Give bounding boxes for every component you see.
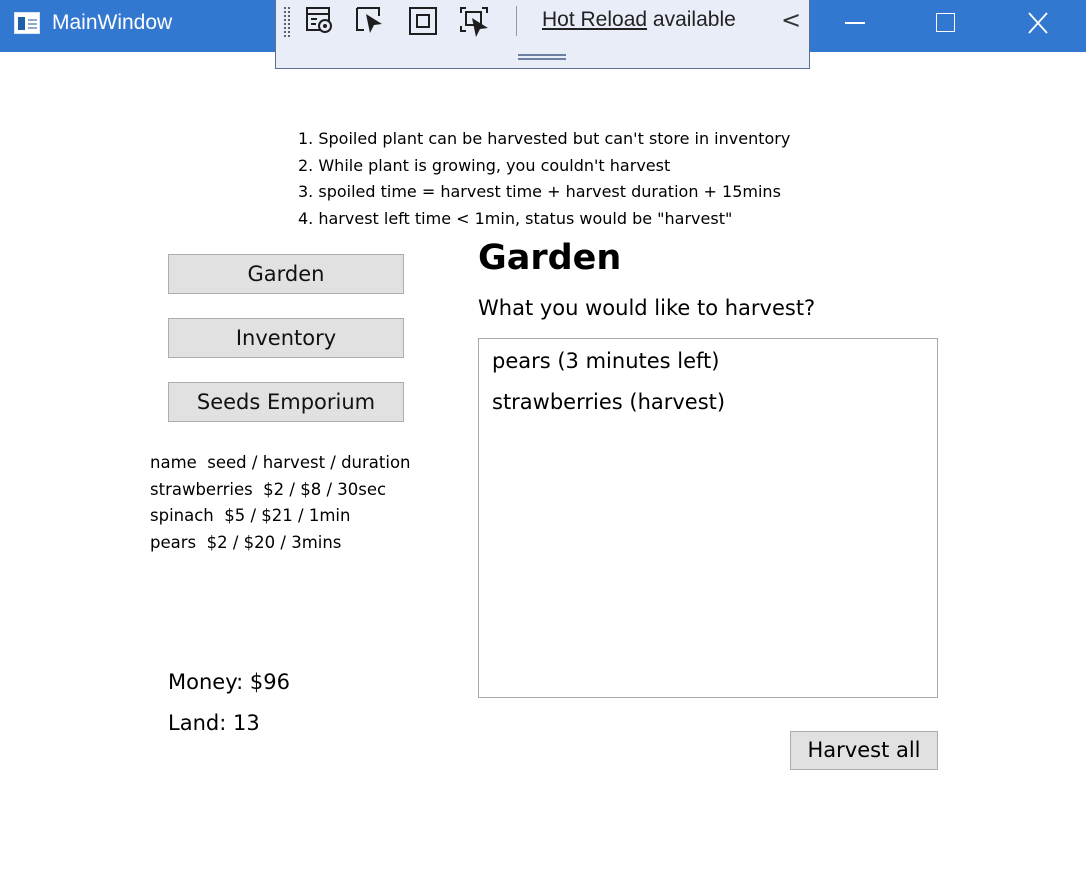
close-icon[interactable] [1006,0,1068,50]
list-item[interactable]: pears (3 minutes left) [492,349,719,373]
price-list-row: strawberries $2 / $8 / 30sec [150,479,387,499]
track-focused-element-icon[interactable] [458,4,492,38]
minimize-icon[interactable] [825,0,887,50]
money-label: Money: $96 [168,670,290,694]
garden-plant-list[interactable]: pears (3 minutes left) strawberries (har… [478,338,938,698]
window-title: MainWindow [52,11,173,34]
harvest-all-button[interactable]: Harvest all [790,731,938,770]
note-line: 2. While plant is growing, you couldn't … [298,155,671,175]
price-list-row: spinach $5 / $21 / 1min [150,506,351,525]
page-title: Garden [478,238,622,278]
price-list-header: name seed / harvest / duration [150,453,411,472]
toolbar-separator [516,6,517,36]
collapse-toolbar-icon[interactable]: < [781,6,801,34]
xaml-runtime-toolbar: Hot Reload available < [275,0,810,69]
live-visual-tree-icon[interactable] [304,4,338,38]
seeds-emporium-button[interactable]: Seeds Emporium [168,382,404,422]
note-line: 1. Spoiled plant can be harvested but ca… [298,129,791,148]
note-line: 3. spoiled time = harvest time + harvest… [298,182,781,201]
toolbar-drag-handle-icon[interactable] [518,54,566,60]
hot-reload-suffix: available [647,8,736,31]
select-element-icon[interactable] [354,4,388,38]
list-item[interactable]: strawberries (harvest) [492,390,725,414]
rules-notes: 1. Spoiled plant can be harvested but ca… [298,126,790,232]
display-layout-adorners-icon[interactable] [406,4,440,38]
hot-reload-status: Hot Reload available [542,8,736,32]
land-label: Land: 13 [168,711,260,735]
window-app-icon [14,12,40,34]
note-line: 4. harvest left time < 1min, status woul… [298,208,733,228]
harvest-prompt: What you would like to harvest? [478,296,816,320]
price-list-row: pears $2 / $20 / 3mins [150,532,342,552]
toolbar-grip-icon[interactable] [283,6,291,38]
maximize-icon[interactable] [914,0,976,50]
hot-reload-link[interactable]: Hot Reload [542,8,647,31]
garden-button[interactable]: Garden [168,254,404,294]
seed-price-list: name seed / harvest / duration strawberr… [150,450,411,556]
inventory-button[interactable]: Inventory [168,318,404,358]
